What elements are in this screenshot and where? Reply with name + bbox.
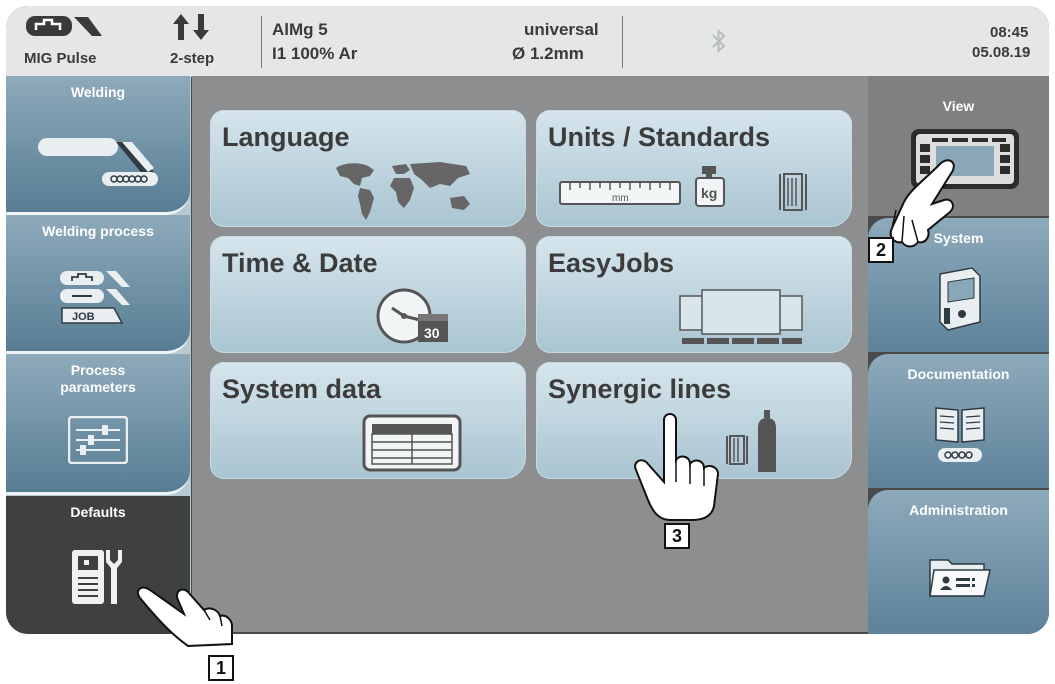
menu-welding[interactable]: Welding — [6, 76, 190, 215]
wire-gas-icon — [722, 406, 792, 481]
menu-defaults-label: Defaults — [70, 504, 126, 520]
menu-welding-label: Welding — [70, 84, 126, 100]
book-icon — [932, 404, 988, 471]
tile-system-data[interactable]: System data — [210, 362, 526, 479]
easyjobs-icon — [676, 286, 806, 351]
wire-type-label[interactable]: universal — [524, 20, 599, 40]
tile-units-standards-label: Units / Standards — [548, 122, 771, 152]
welding-mode-label: MIG Pulse — [24, 50, 97, 67]
pointing-hand-icon — [634, 413, 720, 521]
menu-process-parameters-label: Process parameters — [60, 362, 136, 395]
device-screen: MIG Pulse 2-step AlMg 5 I1 100% Ar unive… — [6, 6, 1049, 634]
tile-system-data-label: System data — [222, 374, 382, 404]
menu-view-label: View — [942, 98, 975, 114]
tile-easyjobs[interactable]: EasyJobs — [536, 236, 852, 353]
menu-administration-label: Administration — [909, 502, 1008, 518]
sliders-icon — [67, 415, 129, 469]
power-source-icon — [930, 264, 986, 339]
job-icon-text: JOB — [72, 311, 95, 323]
status-bar: MIG Pulse 2-step AlMg 5 I1 100% Ar unive… — [6, 6, 1049, 77]
tile-time-date[interactable]: Time & Date 30 — [210, 236, 526, 353]
ruler-unit-text: mm — [612, 193, 629, 204]
trigger-mode-label: 2-step — [170, 50, 215, 67]
menu-documentation[interactable]: Documentation — [868, 354, 1049, 488]
units-icon: mm kg — [556, 160, 826, 225]
trigger-mode-icon[interactable] — [172, 12, 210, 47]
callout-1: 1 — [208, 655, 234, 681]
menu-welding-process-label: Welding process — [42, 223, 154, 239]
weight-unit-text: kg — [701, 185, 717, 201]
separator — [261, 16, 262, 68]
pointing-hand-icon — [889, 159, 955, 248]
menu-administration[interactable]: Administration — [868, 490, 1049, 634]
callout-2: 2 — [868, 237, 894, 263]
calendar-day-text: 30 — [424, 325, 440, 341]
tile-language[interactable]: Language — [210, 110, 526, 227]
tile-synergic-lines-label: Synergic lines — [548, 374, 732, 404]
process-job-icon: JOB — [56, 265, 140, 334]
separator — [622, 16, 623, 68]
world-map-icon — [330, 158, 480, 229]
tile-units-standards[interactable]: Units / Standards mm kg — [536, 110, 852, 227]
menu-documentation-label: Documentation — [907, 366, 1010, 382]
welding-torch-icon — [36, 132, 161, 193]
device-wrench-icon — [70, 544, 134, 613]
clock-calendar-icon: 30 — [374, 282, 464, 351]
tile-language-label: Language — [222, 122, 350, 152]
welding-mode-icon[interactable] — [26, 14, 104, 45]
tile-time-date-label: Time & Date — [222, 248, 378, 278]
left-menu: Welding Welding process JOB Process para… — [6, 76, 191, 634]
table-icon — [362, 414, 462, 477]
wire-diameter-label[interactable]: Ø 1.2mm — [512, 44, 584, 64]
folder-id-icon — [928, 556, 992, 605]
menu-welding-process[interactable]: Welding process JOB — [6, 215, 190, 354]
callout-3: 3 — [664, 523, 690, 549]
material-label[interactable]: AlMg 5 — [272, 20, 328, 40]
menu-process-parameters[interactable]: Process parameters — [6, 354, 190, 495]
gas-label[interactable]: I1 100% Ar — [272, 44, 357, 64]
clock-time: 08:45 — [990, 24, 1029, 41]
bluetooth-icon[interactable] — [711, 28, 727, 59]
tile-easyjobs-label: EasyJobs — [548, 248, 675, 278]
pointing-hand-icon — [136, 586, 233, 648]
clock-date: 05.08.19 — [972, 44, 1031, 61]
settings-panel: Language Units / Standards mm kg Time & … — [192, 76, 872, 632]
